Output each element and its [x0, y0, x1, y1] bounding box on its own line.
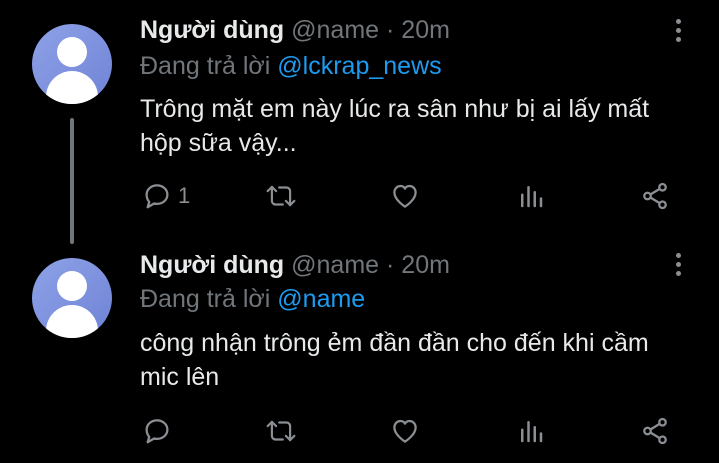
share-icon — [643, 417, 667, 445]
share-button[interactable] — [640, 179, 670, 213]
avatar-shoulders — [46, 305, 98, 338]
tweet-header: Người dùng @name · 20m — [140, 250, 450, 280]
thread-connector — [70, 118, 74, 244]
heart-icon — [393, 419, 417, 443]
tweet-text: công nhận trông ẻm đần đần cho đến khi c… — [140, 329, 649, 391]
heart-icon — [393, 184, 417, 208]
share-button[interactable] — [640, 414, 670, 448]
avatar-shoulders — [46, 71, 98, 104]
like-button[interactable] — [389, 179, 421, 213]
tweet-text: Trông mặt em này lúc ra sân như bị ai lấ… — [140, 95, 650, 157]
timestamp[interactable]: 20m — [401, 251, 450, 279]
reply-icon — [145, 184, 169, 209]
avatar-head — [57, 271, 87, 301]
retweet-icon — [266, 420, 296, 442]
views-button[interactable] — [516, 179, 546, 213]
views-button[interactable] — [516, 414, 546, 448]
replying-prefix: Đang trả lời — [140, 285, 271, 313]
avatar[interactable] — [32, 24, 112, 104]
replying-prefix: Đang trả lời — [140, 52, 271, 80]
user-handle[interactable]: @name — [291, 251, 379, 279]
separator: · — [386, 251, 395, 279]
tweet-header: Người dùng @name · 20m — [140, 15, 450, 45]
reply-button[interactable]: 1 — [142, 179, 190, 213]
retweet-button[interactable] — [264, 414, 298, 448]
separator: · — [386, 16, 395, 44]
tweet-2[interactable]: Người dùng @name · 20m Đang trả lời @nam… — [0, 240, 719, 463]
analytics-icon — [521, 186, 543, 208]
share-icon — [643, 182, 667, 210]
retweet-button[interactable] — [264, 179, 298, 213]
display-name[interactable]: Người dùng — [140, 16, 284, 44]
tweet-actions — [0, 414, 719, 448]
replying-to: Đang trả lời @name — [140, 284, 365, 314]
like-button[interactable] — [389, 414, 421, 448]
user-handle[interactable]: @name — [291, 16, 379, 44]
mention-link[interactable]: @lckrap_news — [277, 52, 441, 80]
avatar-head — [57, 37, 87, 67]
display-name[interactable]: Người dùng — [140, 251, 284, 279]
reply-button[interactable] — [142, 414, 178, 448]
more-vertical-icon[interactable] — [668, 16, 688, 46]
mention-link[interactable]: @name — [277, 285, 365, 313]
more-vertical-icon[interactable] — [668, 250, 688, 280]
replying-to: Đang trả lời @lckrap_news — [140, 51, 442, 81]
tweet-actions: 1 — [0, 179, 719, 213]
tweet-1[interactable]: Người dùng @name · 20m Đang trả lời @lck… — [0, 0, 719, 240]
reply-icon — [145, 419, 169, 444]
analytics-icon — [521, 421, 543, 443]
reply-count: 1 — [178, 183, 191, 208]
retweet-icon — [266, 185, 296, 207]
avatar[interactable] — [32, 258, 112, 338]
timestamp[interactable]: 20m — [401, 16, 450, 44]
